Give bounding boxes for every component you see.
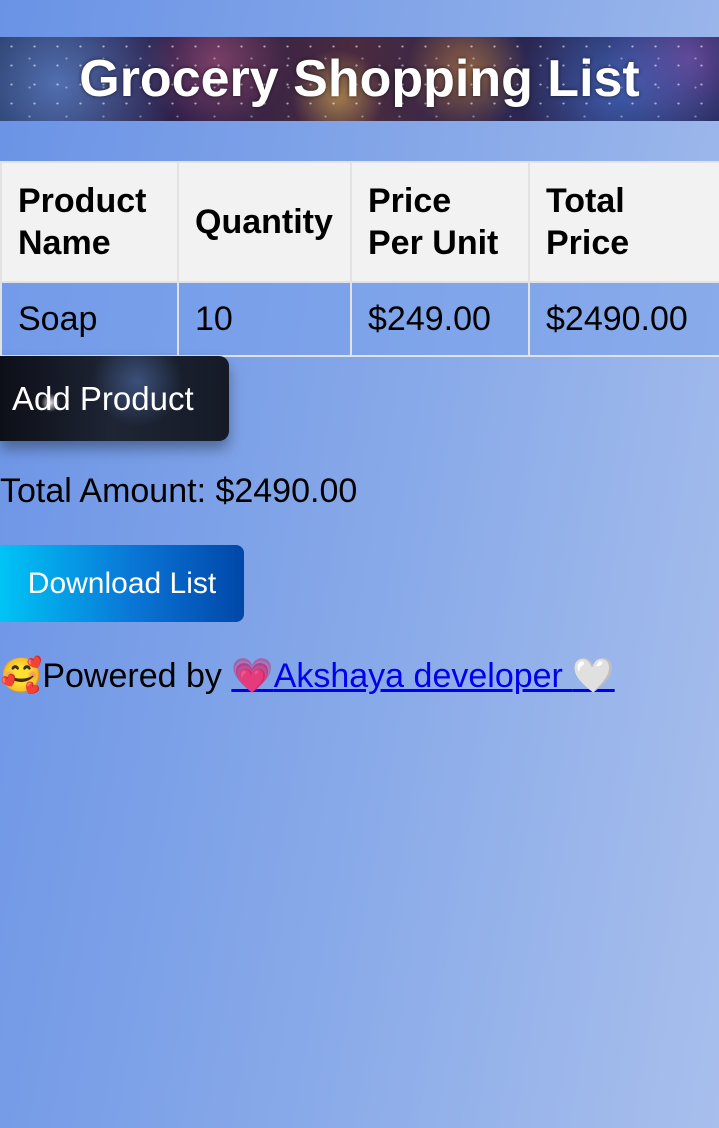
cell-product-name: Soap xyxy=(0,281,179,357)
table-header-row: Product Name Quantity Price Per Unit Tot… xyxy=(0,161,719,283)
table-row: Soap 10 $249.00 $2490.00 xyxy=(0,281,719,357)
cell-price-per-unit: $249.00 xyxy=(350,281,530,357)
page-title: Grocery Shopping List xyxy=(79,50,640,108)
column-header-quantity: Quantity xyxy=(177,161,352,283)
heart-white-icon: 🤍 xyxy=(572,656,615,696)
footer-credit: 🥰Powered by 💗Akshaya developer 🤍 xyxy=(0,655,615,697)
developer-link-text: Akshaya developer xyxy=(273,657,573,695)
heart-pink-icon: 💗 xyxy=(231,656,274,696)
column-header-product-name: Product Name xyxy=(0,161,179,283)
grocery-table: Product Name Quantity Price Per Unit Tot… xyxy=(0,161,719,357)
total-amount: Total Amount: $2490.00 xyxy=(0,472,358,510)
smiling-face-with-hearts-icon: 🥰 xyxy=(0,656,43,696)
download-list-button[interactable]: Download List xyxy=(0,545,244,622)
add-product-button[interactable]: Add Product xyxy=(0,356,229,441)
developer-link[interactable]: 💗Akshaya developer 🤍 xyxy=(231,656,615,696)
column-header-price-per-unit: Price Per Unit xyxy=(350,161,530,283)
cell-quantity: 10 xyxy=(177,281,352,357)
cell-total-price: $2490.00 xyxy=(528,281,719,357)
column-header-total-price: Total Price xyxy=(528,161,719,283)
header-banner: Grocery Shopping List xyxy=(0,37,719,121)
powered-by-text: Powered by xyxy=(42,657,232,695)
